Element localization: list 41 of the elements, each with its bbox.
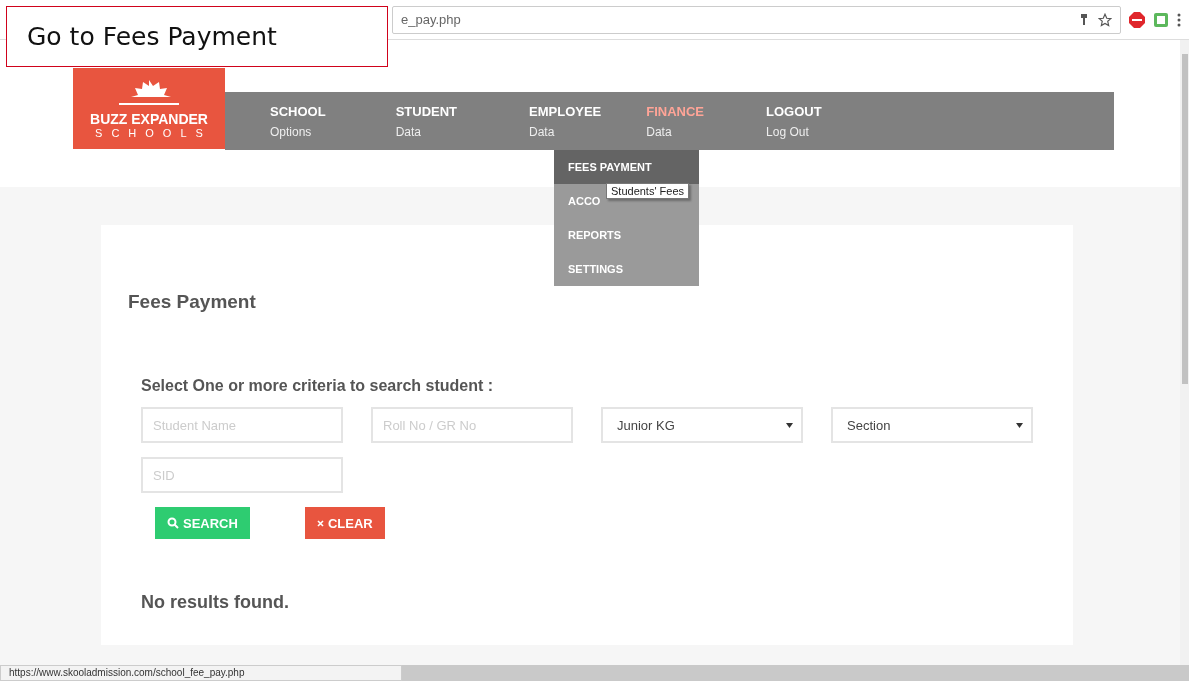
- menu-item[interactable]: REPORTS: [554, 218, 699, 252]
- close-icon: [316, 519, 324, 527]
- page-title: Fees Payment: [128, 291, 256, 313]
- nav-sublabel: Data: [646, 124, 673, 139]
- select-field[interactable]: Junior KG: [601, 407, 803, 443]
- more-options-icon[interactable]: [1177, 12, 1181, 27]
- caret-icon: [786, 422, 793, 428]
- address-bar[interactable]: e_pay.php: [392, 5, 1121, 34]
- select-field[interactable]: Section: [831, 407, 1033, 443]
- criteria-label: Select One or more criteria to search student :: [141, 377, 495, 395]
- nav-label: EMPLOYEE: [529, 103, 602, 119]
- logo-title: BUZZ EXPANDER: [90, 111, 208, 127]
- callout-label: Go to Fees Payment: [6, 6, 388, 67]
- clear-button[interactable]: CLEAR: [304, 507, 385, 539]
- nav-sublabel: Data: [395, 124, 422, 139]
- search-button[interactable]: SEARCH: [155, 507, 250, 539]
- caret-icon: [1016, 422, 1023, 428]
- nav-label: FINANCE: [646, 103, 705, 119]
- tooltip: Students' Fees: [606, 183, 690, 199]
- vertical-scrollbar[interactable]: [1180, 40, 1189, 665]
- nav-sublabel: Options: [270, 124, 313, 139]
- star-icon[interactable]: [1098, 12, 1112, 27]
- nav-item[interactable]: EMPLOYEE Data: [529, 92, 602, 150]
- logo[interactable]: BUZZ EXPANDER SCHOOLS: [73, 68, 225, 149]
- nav-label: STUDENT: [395, 103, 457, 119]
- stop-sign-icon[interactable]: [1129, 11, 1145, 28]
- menu-item[interactable]: SETTINGS: [554, 252, 699, 286]
- nav-item[interactable]: FINANCE Data: [646, 92, 705, 150]
- nav-sublabel: Log Out: [766, 124, 810, 139]
- result-message: No results found.: [141, 592, 290, 613]
- logo-subtitle: SCHOOLS: [95, 127, 212, 139]
- nav-sublabel: Data: [529, 124, 556, 139]
- status-url: https://www.skooladmission.com/school_fee_pay.php: [0, 665, 402, 681]
- nav-item[interactable]: LOGOUT Log Out: [766, 92, 822, 150]
- key-icon[interactable]: [1080, 13, 1088, 26]
- nav-label: LOGOUT: [766, 103, 822, 119]
- nav-item[interactable]: SCHOOL Options: [270, 92, 326, 150]
- nav-item[interactable]: STUDENT Data: [395, 92, 457, 150]
- nav-label: SCHOOL: [270, 103, 326, 119]
- menu-item[interactable]: FEES PAYMENT: [554, 150, 699, 184]
- search-icon: [167, 517, 179, 529]
